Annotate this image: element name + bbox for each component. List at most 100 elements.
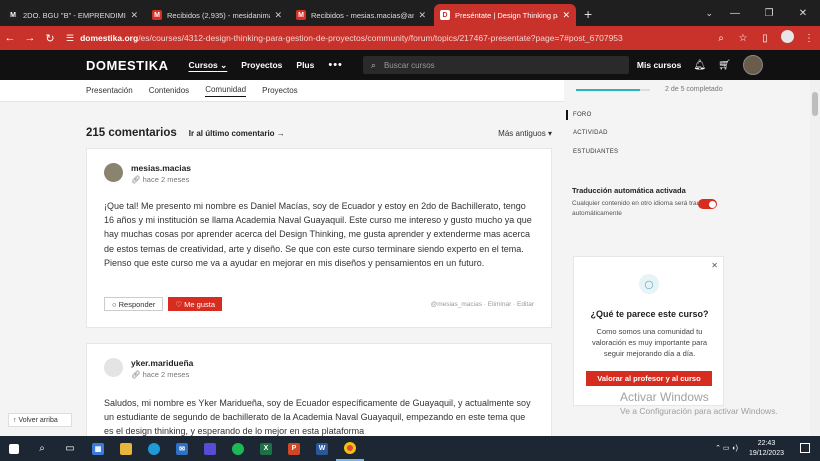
- browser-tab[interactable]: M 2DO. BGU "B" - EMPRENDIMIENTO ✕: [2, 4, 144, 26]
- close-tab-icon[interactable]: ✕: [562, 10, 570, 21]
- minimize-icon[interactable]: —: [718, 8, 752, 19]
- rate-course-button[interactable]: Valorar al profesor y al curso: [586, 371, 712, 386]
- nav-cursos[interactable]: Cursos ⌄: [189, 60, 228, 71]
- sidebar-item-actividad[interactable]: ACTIVIDAD: [573, 130, 608, 136]
- url-field[interactable]: ☰ domestika.org /es/courses/4312-design-…: [66, 33, 710, 44]
- browser-tab[interactable]: M Recibidos - mesias.macias@ang ✕: [290, 4, 432, 26]
- my-courses-link[interactable]: Mis cursos: [637, 60, 681, 70]
- app-icon[interactable]: [196, 436, 224, 461]
- profile-avatar[interactable]: [776, 30, 798, 46]
- tab-search-icon[interactable]: ⌄: [705, 0, 713, 26]
- active-section-indicator: [566, 110, 568, 120]
- maximize-icon[interactable]: ❐: [752, 8, 786, 19]
- browser-tab-strip: M 2DO. BGU "B" - EMPRENDIMIENTO ✕ M Reci…: [0, 0, 820, 26]
- chrome-icon[interactable]: [336, 436, 364, 461]
- zoom-icon[interactable]: ⌕: [710, 33, 732, 44]
- link-icon[interactable]: 🔗︎: [131, 370, 141, 379]
- store-icon[interactable]: ▦: [84, 436, 112, 461]
- new-tab-icon[interactable]: +: [584, 4, 592, 26]
- taskbar-clock[interactable]: 22:43 19/12/2023: [749, 439, 784, 459]
- browser-tab-active[interactable]: D Preséntate | Design Thinking pa ✕: [434, 4, 576, 26]
- close-tab-icon[interactable]: ✕: [418, 10, 426, 21]
- reload-icon[interactable]: ↻: [40, 32, 60, 45]
- close-window-icon[interactable]: ✕: [786, 8, 820, 19]
- tab-proyectos[interactable]: Proyectos: [262, 86, 298, 95]
- browser-tab[interactable]: M Recibidos (2,935) - mesidanimar ✕: [146, 4, 288, 26]
- bookmark-star-icon[interactable]: ☆: [732, 33, 754, 44]
- course-subnav: Presentación Contenidos Comunidad Proyec…: [0, 80, 564, 102]
- tab-comunidad[interactable]: Comunidad: [205, 85, 247, 97]
- edge-icon[interactable]: [140, 436, 168, 461]
- menu-kebab-icon[interactable]: ⋮: [798, 33, 820, 44]
- clock-date: 19/12/2023: [748, 450, 784, 457]
- more-icon[interactable]: •••: [328, 59, 343, 71]
- comment-text: ¡Que tal! Me presento mi nombre es Danie…: [104, 201, 532, 268]
- avatar[interactable]: [104, 358, 123, 377]
- comment-username[interactable]: yker.maridueña: [131, 358, 193, 368]
- notifications-icon[interactable]: [800, 443, 810, 453]
- back-to-top-button[interactable]: ↑ Volver arriba: [8, 413, 72, 427]
- gmail-icon: M: [296, 10, 306, 20]
- mail-icon[interactable]: ✉: [168, 436, 196, 461]
- address-bar: ← → ↻ ☰ domestika.org /es/courses/4312-d…: [0, 26, 820, 50]
- close-tab-icon[interactable]: ✕: [274, 10, 282, 21]
- search-icon: ⌕: [370, 59, 376, 70]
- search-input[interactable]: ⌕ Buscar cursos: [362, 56, 629, 74]
- sidebar-item-foro[interactable]: FORO: [573, 112, 592, 118]
- url-domain: domestika.org: [80, 33, 139, 43]
- translate-toggle[interactable]: [698, 199, 717, 209]
- sort-dropdown[interactable]: Más antiguos ▾: [498, 129, 552, 138]
- sidepanel-icon[interactable]: ▯: [754, 33, 776, 44]
- task-view-icon[interactable]: ▭: [56, 436, 84, 461]
- comment-meta-actions[interactable]: @mesias_macias · Eliminar · Editar: [431, 301, 534, 308]
- spotify-icon[interactable]: [224, 436, 252, 461]
- tab-contenidos[interactable]: Contenidos: [149, 86, 189, 95]
- back-icon[interactable]: ←: [0, 32, 20, 44]
- close-tab-icon[interactable]: ✕: [130, 10, 138, 21]
- domestika-logo[interactable]: DOMESTIKA: [86, 58, 169, 73]
- progress-bar-track: [640, 89, 650, 91]
- nav-proyectos[interactable]: Proyectos: [241, 60, 282, 70]
- site-info-icon[interactable]: ☰: [66, 33, 74, 44]
- sidebar-item-estudiantes[interactable]: ESTUDIANTES: [573, 149, 618, 155]
- system-tray-icons[interactable]: ⌃ ▭ ◖): [715, 444, 738, 452]
- forward-icon[interactable]: →: [20, 32, 40, 44]
- like-button[interactable]: ♡ Me gusta: [168, 297, 222, 311]
- user-avatar[interactable]: [742, 55, 763, 75]
- watermark-title: Activar Windows: [620, 390, 709, 404]
- scrollbar-thumb[interactable]: [812, 92, 818, 116]
- search-icon[interactable]: ⌕: [28, 436, 56, 461]
- scrollbar[interactable]: [810, 80, 820, 436]
- tab-title: Recibidos - mesias.macias@ang: [311, 10, 415, 20]
- windows-taskbar: ⌕ ▭ ▦ ✉ X P W ⌃ ▭ ◖) 22:43 19/12/2023: [0, 436, 820, 461]
- nav-plus[interactable]: Plus: [296, 60, 314, 70]
- tab-title: Recibidos (2,935) - mesidanimar: [167, 10, 271, 20]
- bell-icon[interactable]: 🔔︎: [693, 60, 706, 71]
- file-explorer-icon[interactable]: [112, 436, 140, 461]
- tab-presentacion[interactable]: Presentación: [86, 86, 133, 95]
- comment-card: mesias.macias 🔗︎ hace 2 meses ¡Que tal! …: [86, 148, 552, 328]
- powerpoint-icon[interactable]: P: [280, 436, 308, 461]
- course-sidebar: 2 de 5 completado FORO ACTIVIDAD ESTUDIA…: [566, 80, 810, 436]
- site-header: DOMESTIKA Cursos ⌄ Proyectos Plus ••• ⌕ …: [0, 50, 820, 80]
- domestika-icon: D: [440, 10, 450, 20]
- feedback-description: Como somos una comunidad tu valoración e…: [591, 327, 708, 358]
- progress-text: 2 de 5 completado: [665, 86, 723, 93]
- tab-favicon-icon: M: [8, 10, 18, 20]
- go-to-last-comment-link[interactable]: Ir al último comentario →: [189, 129, 285, 138]
- feedback-title: ¿Qué te parece este curso?: [590, 309, 709, 319]
- reply-button[interactable]: ○ Responder: [104, 297, 164, 311]
- link-icon[interactable]: 🔗︎: [131, 175, 141, 184]
- progress-bar-fill: [576, 89, 640, 91]
- url-path: /es/courses/4312-design-thinking-para-ge…: [138, 33, 623, 43]
- close-icon[interactable]: ✕: [711, 261, 718, 270]
- avatar[interactable]: [104, 163, 123, 182]
- comment-username[interactable]: mesias.macias: [131, 163, 191, 173]
- clock-time: 22:43: [757, 440, 776, 447]
- cart-icon[interactable]: 🛒︎: [718, 60, 731, 71]
- windows-activation-watermark: Activar Windows Ve a Configuración para …: [620, 390, 778, 416]
- windows-start-icon[interactable]: [0, 436, 28, 461]
- word-icon[interactable]: W: [308, 436, 336, 461]
- excel-icon[interactable]: X: [252, 436, 280, 461]
- search-placeholder: Buscar cursos: [383, 60, 435, 70]
